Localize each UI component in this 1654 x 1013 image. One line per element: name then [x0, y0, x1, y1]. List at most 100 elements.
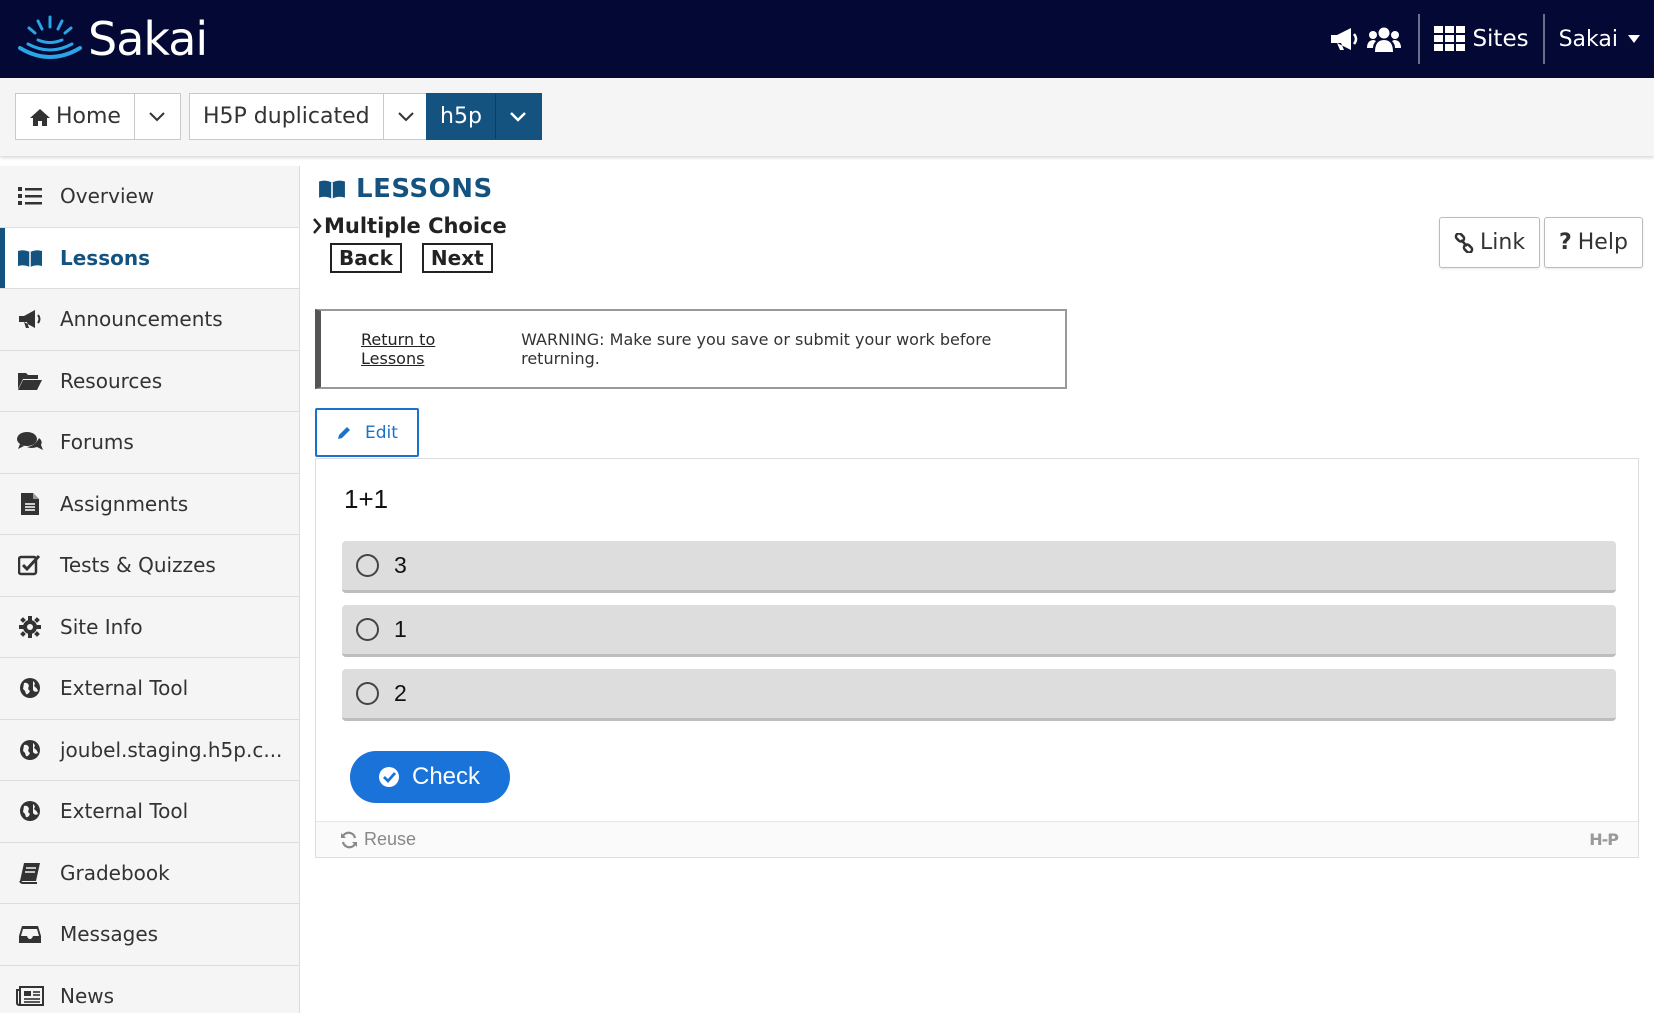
edit-button[interactable]: Edit: [315, 408, 419, 457]
check-button[interactable]: Check: [350, 751, 510, 803]
sidebar-item-site-info[interactable]: Site Info: [0, 597, 299, 658]
user-label: Sakai: [1558, 26, 1618, 52]
caret-down-icon: [1628, 35, 1640, 43]
help-button[interactable]: ? Help: [1544, 217, 1643, 268]
site-button-home[interactable]: Home: [15, 93, 181, 140]
people-icon[interactable]: [1364, 19, 1404, 59]
sidebar-item-label: Tests & Quizzes: [60, 553, 216, 578]
sidebar-item-external-tool[interactable]: External Tool: [0, 658, 299, 720]
help-label: Help: [1577, 230, 1628, 255]
globe-icon: [20, 739, 40, 760]
next-button[interactable]: Next: [421, 243, 493, 273]
site-label-home: Home: [56, 104, 121, 129]
gear-icon: [19, 615, 41, 638]
answer-option[interactable]: 2: [342, 669, 1616, 721]
site-label-h5p: h5p: [440, 104, 482, 129]
sidebar-item-news[interactable]: News: [0, 966, 299, 1013]
site-dropdown-h5p[interactable]: [494, 94, 541, 139]
sidebar-item-forums[interactable]: Forums: [0, 412, 299, 474]
site-dropdown-h5p-duplicated[interactable]: [382, 94, 429, 139]
sidebar-item-label: External Tool: [60, 676, 189, 701]
megaphone-icon: [19, 310, 41, 329]
chevron-down-icon: [510, 111, 527, 122]
divider: [1542, 14, 1545, 64]
newspaper-icon: [16, 985, 44, 1006]
sites-label: Sites: [1472, 26, 1529, 52]
sidebar-item-joubel-staging[interactable]: joubel.staging.h5p.c...: [0, 720, 299, 781]
sidebar-item-label: joubel.staging.h5p.c...: [60, 737, 283, 762]
question-text: 1+1: [344, 484, 389, 514]
sidebar-item-overview[interactable]: Overview: [0, 166, 299, 228]
sidebar-item-label: Site Info: [60, 614, 143, 639]
sidebar-item-label: External Tool: [60, 799, 189, 824]
link-icon: [1454, 232, 1474, 253]
divider: [1418, 14, 1421, 64]
page-navigation: Back Next: [330, 243, 513, 273]
sidebar-item-label: Messages: [60, 922, 159, 947]
sidebar-item-label: Resources: [60, 368, 163, 393]
reuse-button[interactable]: Reuse: [340, 829, 416, 850]
sidebar-item-external-tool-2[interactable]: External Tool: [0, 781, 299, 843]
radio-button[interactable]: [356, 554, 379, 577]
refresh-icon: [341, 831, 357, 848]
link-label: Link: [1480, 230, 1526, 255]
sakai-logo[interactable]: Sakai: [16, 10, 208, 68]
globe-icon: [20, 801, 40, 822]
answer-text: 1: [394, 616, 407, 642]
sidebar-item-lessons[interactable]: Lessons: [0, 227, 299, 289]
question-icon: ?: [1559, 230, 1572, 255]
checkbox-icon: [18, 555, 41, 576]
sidebar-item-label: News: [60, 983, 115, 1008]
breadcrumb: Multiple Choice: [312, 214, 507, 238]
link-button[interactable]: Link: [1439, 217, 1541, 268]
page-title-text: LESSONS: [356, 174, 493, 204]
sakai-logo-icon: [18, 15, 82, 59]
answer-text: 2: [394, 680, 407, 706]
file-icon: [21, 492, 39, 515]
sidebar-item-gradebook[interactable]: Gradebook: [0, 843, 299, 904]
user-menu-button[interactable]: Sakai: [1559, 27, 1640, 52]
breadcrumb-current: Multiple Choice: [324, 214, 507, 238]
home-icon: [30, 108, 50, 126]
sidebar-item-label: Lessons: [60, 245, 150, 270]
site-button-h5p-duplicated[interactable]: H5P duplicated: [189, 93, 430, 140]
book-icon: [18, 249, 42, 267]
return-to-lessons-link[interactable]: Return to Lessons: [361, 330, 501, 368]
chevron-right-icon: [313, 218, 322, 234]
sidebar-item-assignments[interactable]: Assignments: [0, 474, 299, 535]
sites-button[interactable]: Sites: [1434, 26, 1529, 52]
grid-icon: [1434, 26, 1466, 51]
answer-option[interactable]: 3: [342, 541, 1616, 593]
sidebar-item-messages[interactable]: Messages: [0, 904, 299, 966]
h5p-content: 1+1 3 1 2 Check Reuse H-P: [315, 458, 1639, 858]
tool-sidebar: Overview Lessons Announcements Resources…: [0, 166, 300, 1013]
page-title: LESSONS: [318, 174, 493, 204]
site-dropdown-home[interactable]: [133, 94, 180, 139]
site-button-h5p[interactable]: h5p: [426, 93, 542, 140]
megaphone-icon[interactable]: [1324, 19, 1364, 59]
reuse-label: Reuse: [364, 829, 417, 849]
sidebar-item-announcements[interactable]: Announcements: [0, 289, 299, 351]
answer-text: 3: [394, 552, 407, 578]
check-label: Check: [412, 763, 481, 790]
edit-label: Edit: [365, 422, 398, 443]
sidebar-item-label: Assignments: [60, 491, 189, 516]
back-button[interactable]: Back: [330, 243, 402, 273]
globe-icon: [20, 678, 40, 699]
chevron-down-icon: [398, 111, 414, 121]
sidebar-item-tests-quizzes[interactable]: Tests & Quizzes: [0, 535, 299, 597]
sidebar-item-label: Announcements: [60, 307, 223, 332]
h5p-footer: Reuse H-P: [316, 821, 1638, 857]
radio-button[interactable]: [356, 618, 379, 641]
inbox-icon: [19, 926, 41, 944]
warning-text: WARNING: Make sure you save or submit yo…: [521, 330, 992, 368]
list-icon: [18, 187, 42, 206]
top-header: Sakai Sites Sakai: [0, 0, 1654, 78]
sidebar-item-label: Overview: [60, 184, 155, 209]
sidebar-item-resources[interactable]: Resources: [0, 351, 299, 412]
pencil-icon: [338, 426, 350, 439]
answer-option[interactable]: 1: [342, 605, 1616, 657]
check-circle-icon: [379, 767, 399, 787]
radio-button[interactable]: [356, 682, 379, 705]
return-warning-box: Return to Lessons WARNING: Make sure you…: [315, 309, 1067, 389]
